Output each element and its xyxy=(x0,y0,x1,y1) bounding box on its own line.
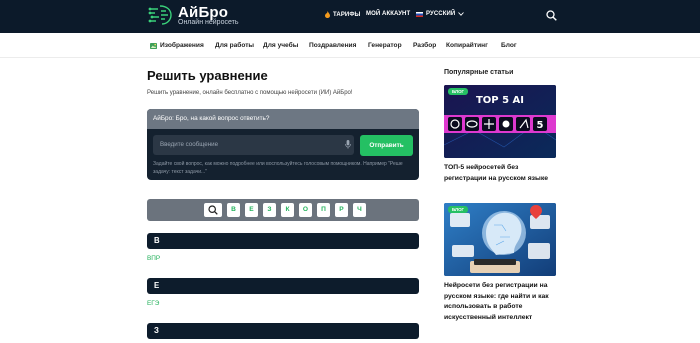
microphone-icon[interactable] xyxy=(345,140,351,149)
nav-analysis[interactable]: Разбор xyxy=(413,42,436,49)
message-input[interactable]: Введите сообщение xyxy=(153,135,354,155)
nav-study[interactable]: Для учебы xyxy=(263,42,298,49)
nav-generator[interactable]: Генератор xyxy=(368,42,402,49)
alphabet-letter[interactable]: П xyxy=(317,203,330,217)
language-selector[interactable]: РУССКИЙ xyxy=(416,11,465,17)
category-nav: Изображения Для работы Для учебы Поздрав… xyxy=(0,33,700,58)
alphabet-letter[interactable]: О xyxy=(299,203,312,217)
alphabet-letter[interactable]: Р xyxy=(335,203,348,217)
section-header-v: В xyxy=(147,233,419,249)
section-header-z: З xyxy=(147,323,419,339)
article-image-ai-head[interactable]: БЛОГ xyxy=(444,203,556,276)
search-icon[interactable] xyxy=(546,10,557,21)
article-tag: БЛОГ xyxy=(448,88,469,95)
article-tag: БЛОГ xyxy=(448,206,469,213)
chat-prompt: АйБро: Бро, на какой вопрос ответить? xyxy=(147,109,419,129)
language-label: РУССКИЙ xyxy=(426,11,456,17)
nav-account[interactable]: МОЙ АККАУНТ xyxy=(366,11,410,17)
article-image-top5[interactable]: 5 БЛОГ TOP 5 AI xyxy=(444,85,556,158)
alphabet-letter[interactable]: К xyxy=(281,203,294,217)
article-title[interactable]: ТОП-5 нейросетей без регистрации на русс… xyxy=(444,163,559,184)
nav-work[interactable]: Для работы xyxy=(215,42,254,49)
search-icon xyxy=(208,205,218,215)
page-description: Решить уравнение, онлайн бесплатно с пом… xyxy=(147,90,353,96)
alphabet-letter[interactable]: В xyxy=(227,203,240,217)
nav-account-label: МОЙ АККАУНТ xyxy=(366,11,411,17)
ai-head-illustration xyxy=(444,203,556,276)
section-link-ege[interactable]: ЕГЭ xyxy=(147,300,159,307)
russia-flag-icon xyxy=(416,11,423,17)
nav-tariffs[interactable]: ТАРИФЫ xyxy=(325,11,361,18)
nav-tariffs-label: ТАРИФЫ xyxy=(333,11,361,18)
article-title[interactable]: Нейросети без регистрации на русском язы… xyxy=(444,281,559,323)
nav-copywriting[interactable]: Копирайтинг xyxy=(446,42,488,49)
sidebar-title: Популярные статьи xyxy=(444,69,514,76)
article-image-caption: TOP 5 AI xyxy=(475,95,525,106)
alphabet-search-button[interactable] xyxy=(204,203,222,217)
section-header-e: Е xyxy=(147,278,419,294)
nav-images-label: Изображения xyxy=(160,42,204,49)
section-link-vpr[interactable]: ВПР xyxy=(147,255,160,262)
alphabet-letter[interactable]: Е xyxy=(245,203,258,217)
nav-greetings[interactable]: Поздравления xyxy=(309,42,356,49)
image-icon xyxy=(150,42,157,49)
logo-subtitle: Онлайн нейросеть xyxy=(178,19,239,26)
alphabet-letter[interactable]: З xyxy=(263,203,276,217)
chat-widget: АйБро: Бро, на какой вопрос ответить? Вв… xyxy=(147,109,419,180)
alphabet-filter: В Е З К О П Р Ч xyxy=(147,199,419,221)
svg-text:5: 5 xyxy=(537,120,544,131)
alphabet-letter[interactable]: Ч xyxy=(353,203,366,217)
fire-icon xyxy=(325,11,330,18)
page-title: Решить уравнение xyxy=(147,68,268,83)
top-header: АйБро Онлайн нейросеть ТАРИФЫ МОЙ АККАУН… xyxy=(0,0,700,33)
chevron-down-icon xyxy=(458,12,465,16)
message-input-placeholder: Введите сообщение xyxy=(160,141,219,148)
nav-blog[interactable]: Блог xyxy=(501,42,517,49)
nav-images[interactable]: Изображения xyxy=(150,42,204,49)
send-button[interactable]: Отправить xyxy=(360,135,413,156)
logo-brain-icon[interactable] xyxy=(147,3,173,27)
chat-hint: Задайте свой вопрос, как можно подробнее… xyxy=(153,161,403,175)
